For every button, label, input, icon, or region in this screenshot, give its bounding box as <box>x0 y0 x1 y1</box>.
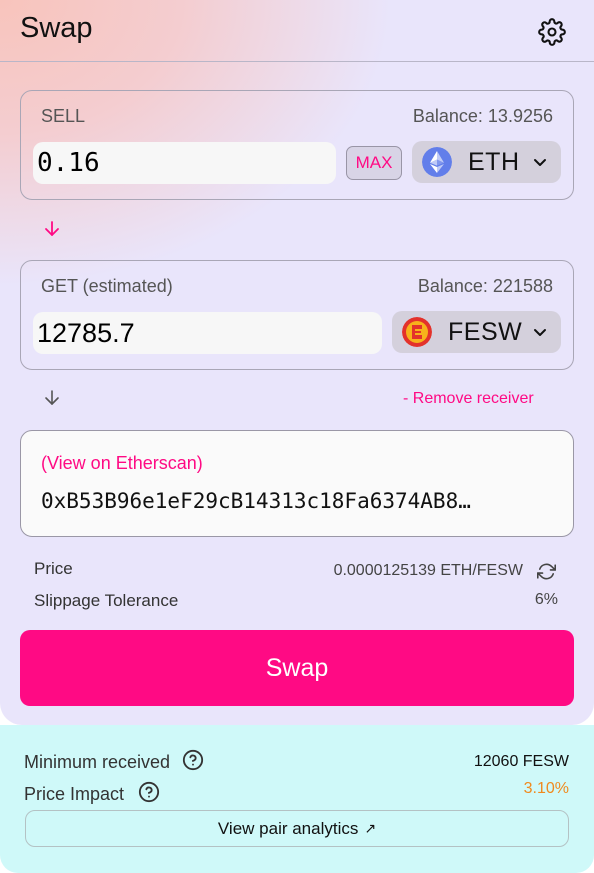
price-value: 0.0000125139 ETH/FESW <box>333 562 523 579</box>
refresh-icon[interactable] <box>537 562 556 581</box>
price-label: Price <box>34 559 73 578</box>
get-panel: GET (estimated) Balance: 221588 FESW <box>20 260 574 370</box>
swap-card: Swap SELL Balance: 13.9256 MAX ETH <box>0 0 594 725</box>
get-balance: Balance: 221588 <box>417 276 553 296</box>
sell-label: SELL <box>41 106 86 126</box>
sell-panel: SELL Balance: 13.9256 MAX ETH <box>20 90 574 200</box>
sell-token-select[interactable]: ETH <box>412 141 561 183</box>
trade-details-panel: Minimum received 12060 FESW Price Impact… <box>0 725 594 873</box>
receiver-box: (View on Etherscan) 0xB53B96e1eF29cB1431… <box>20 430 574 537</box>
price-impact-label: Price Impact <box>24 784 125 804</box>
get-token-symbol: FESW <box>448 317 523 346</box>
slippage-label: Slippage Tolerance <box>34 591 179 610</box>
get-token-select[interactable]: FESW <box>392 311 561 353</box>
get-amount-input[interactable] <box>33 312 382 354</box>
minimum-received-value: 12060 FESW <box>473 753 569 770</box>
sell-amount-input[interactable] <box>33 142 336 184</box>
view-on-etherscan-link[interactable]: (View on Etherscan) <box>41 453 203 474</box>
question-circle-icon[interactable] <box>138 781 160 803</box>
remove-receiver-link[interactable]: - Remove receiver <box>403 390 534 408</box>
minimum-received-label: Minimum received <box>24 752 171 772</box>
get-label: GET (estimated) <box>41 276 173 296</box>
max-button[interactable]: MAX <box>346 146 402 180</box>
slippage-value: 6% <box>534 591 558 608</box>
analytics-label: View pair analytics <box>217 818 359 838</box>
price-impact-value: 3.10% <box>523 780 569 797</box>
receiver-address-input[interactable]: 0xB53B96e1eF29cB14313c18Fa6374AB8… <box>41 489 556 513</box>
swap-button[interactable]: Swap <box>20 630 574 706</box>
chevron-down-icon <box>534 328 546 336</box>
view-pair-analytics-button[interactable]: View pair analytics ↗ <box>25 810 569 847</box>
gear-icon[interactable] <box>538 18 566 46</box>
question-circle-icon[interactable] <box>182 749 204 771</box>
ethereum-icon <box>422 147 452 177</box>
sell-balance: Balance: 13.9256 <box>412 106 553 126</box>
chevron-down-icon <box>534 158 546 166</box>
arrow-down-icon[interactable] <box>44 220 60 238</box>
card-header: Swap <box>0 0 594 62</box>
fesw-token-icon <box>402 317 432 347</box>
external-link-icon: ↗ <box>364 820 377 836</box>
page-title: Swap <box>20 12 93 44</box>
arrow-down-icon <box>45 390 59 405</box>
sell-token-symbol: ETH <box>468 147 520 176</box>
